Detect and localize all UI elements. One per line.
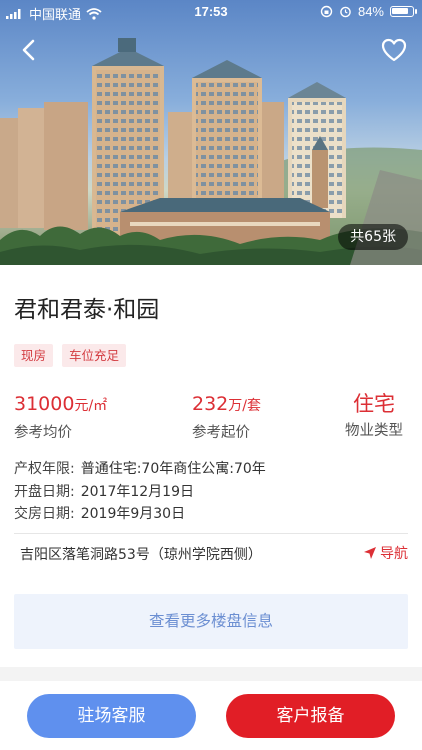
start-price-value: 232 xyxy=(192,393,229,415)
delivery-row: 交房日期: 2019年9月30日 xyxy=(14,503,266,526)
opening-value: 2017年12月19日 xyxy=(80,483,194,500)
project-title: 君和君泰·和园 xyxy=(14,297,160,323)
navigate-button[interactable]: 导航 xyxy=(363,543,408,563)
avg-price-value: 31000 xyxy=(14,393,75,415)
avg-price-stat: 31000元/㎡ 参考均价 xyxy=(14,392,107,442)
navigate-label: 导航 xyxy=(380,546,408,562)
bottom-action-bar: 驻场客服 客户报备 xyxy=(0,681,422,750)
start-price-stat: 232万/套 参考起价 xyxy=(192,392,261,442)
property-type-value: 住宅 xyxy=(353,392,395,416)
battery-icon xyxy=(390,6,417,17)
section-separator xyxy=(0,667,422,681)
orientation-lock-icon xyxy=(320,5,333,18)
avg-price-unit: 元/㎡ xyxy=(74,398,108,414)
opening-label: 开盘日期: xyxy=(14,483,75,500)
more-info-button[interactable]: 查看更多楼盘信息 xyxy=(14,594,408,649)
tenure-label: 产权年限: xyxy=(14,461,75,477)
divider xyxy=(14,533,408,534)
tag-ready-house: 现房 xyxy=(14,344,54,367)
alarm-icon xyxy=(340,6,351,18)
start-price-label: 参考起价 xyxy=(192,425,250,441)
favorite-button[interactable] xyxy=(378,34,410,66)
status-bar: 中国联通 17:53 84% xyxy=(0,0,422,24)
tenure-value: 普通住宅:70年商住公寓:70年 xyxy=(80,461,266,477)
photo-count-badge[interactable]: 共65张 xyxy=(338,224,408,250)
heart-outline-icon xyxy=(381,38,407,62)
tag-parking: 车位充足 xyxy=(62,344,127,367)
battery-percent: 84% xyxy=(357,4,384,19)
chevron-left-icon xyxy=(22,39,35,61)
navigation-arrow-icon xyxy=(364,547,376,559)
avg-price-label: 参考均价 xyxy=(14,425,72,441)
address-text: 吉阳区落笔洞路53号（琼州学院西侧） xyxy=(20,547,262,563)
key-stats: 31000元/㎡ 参考均价 232万/套 参考起价 住宅 物业类型 xyxy=(14,392,408,444)
customer-report-button[interactable]: 客户报备 xyxy=(226,694,395,738)
property-type-stat: 住宅 物业类型 xyxy=(345,392,403,440)
hero-image[interactable]: 中国联通 17:53 84% 共65张 xyxy=(0,0,422,265)
start-price-unit: 万/套 xyxy=(228,398,261,414)
back-button[interactable] xyxy=(14,34,46,66)
delivery-label: 交房日期: xyxy=(14,506,75,522)
property-type-label: 物业类型 xyxy=(345,423,403,439)
project-info: 产权年限: 普通住宅:70年商住公寓:70年 开盘日期: 2017年12月19日 交… xyxy=(14,458,266,526)
delivery-value: 2019年9月30日 xyxy=(80,506,186,522)
onsite-service-button[interactable]: 驻场客服 xyxy=(27,694,196,738)
tenure-row: 产权年限: 普通住宅:70年商住公寓:70年 xyxy=(14,458,266,481)
tag-list: 现房 车位充足 xyxy=(14,344,127,367)
opening-row: 开盘日期: 2017年12月19日 xyxy=(14,481,266,504)
